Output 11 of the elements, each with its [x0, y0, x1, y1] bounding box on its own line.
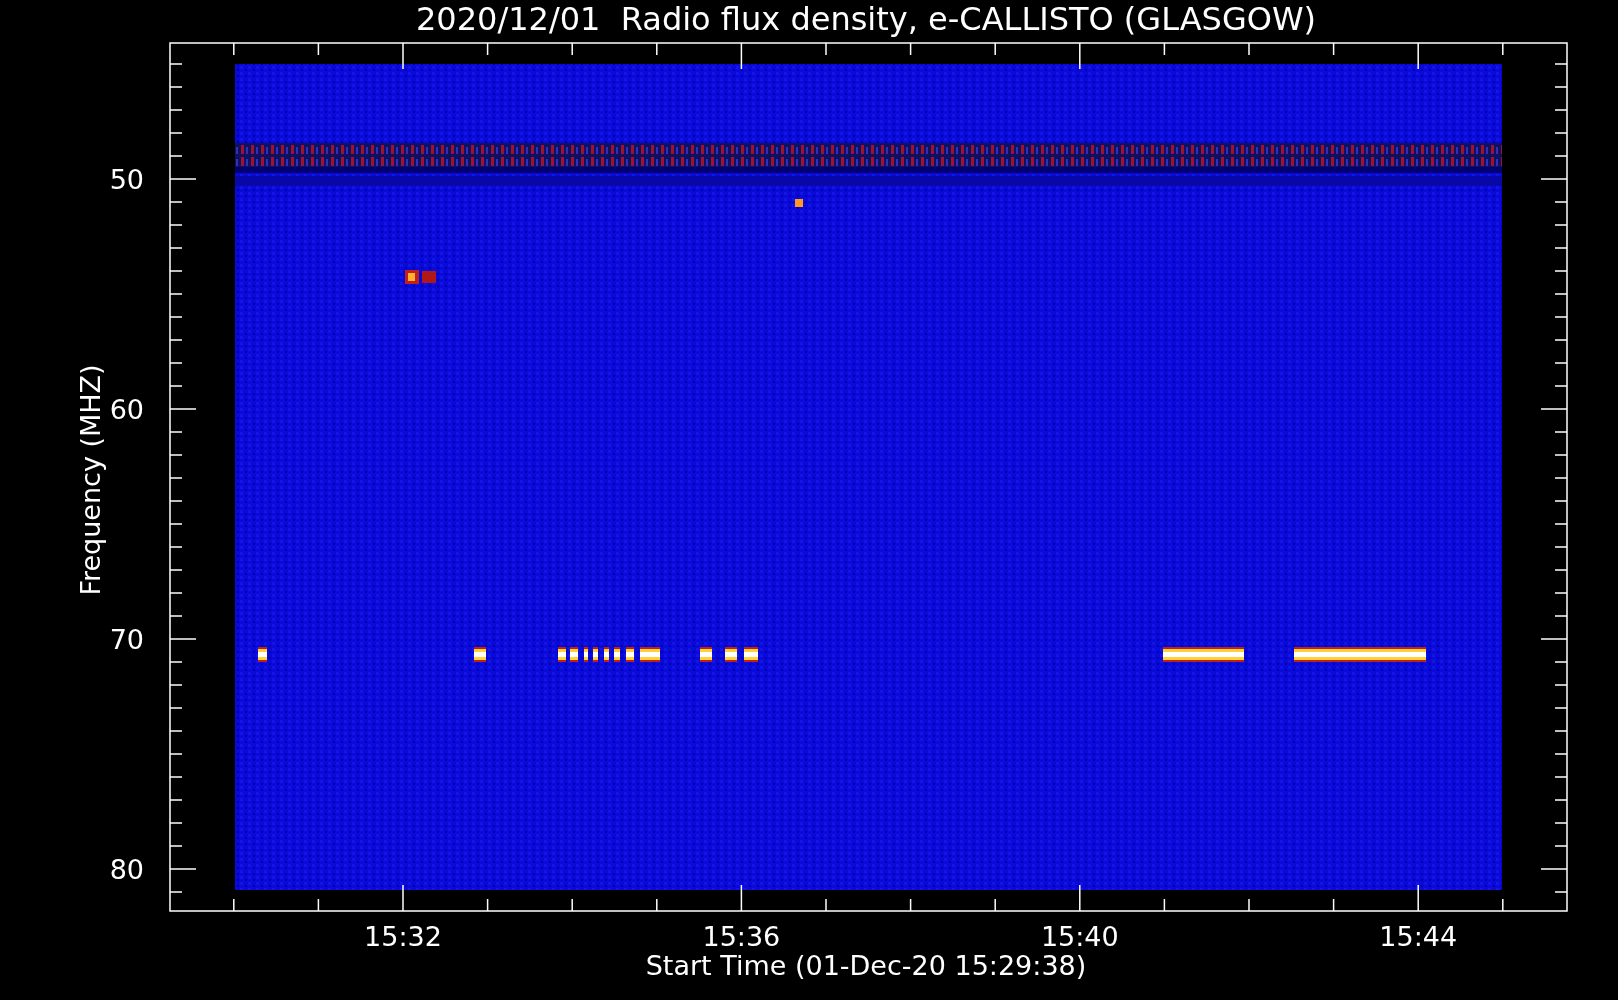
x-tick-label: 15:44 [1379, 921, 1458, 952]
x-tick-label: 15:40 [1040, 921, 1119, 952]
chart-title: 2020/12/01 Radio flux density, e-CALLISTO (GLASGOW) [416, 0, 1316, 38]
y-tick-label: 60 [109, 394, 144, 425]
y-tick-label: 80 [109, 854, 144, 885]
y-tick-label: 50 [109, 164, 144, 195]
x-tick-label: 15:36 [702, 921, 781, 952]
y-axis-label: Frequency (MHZ) [75, 364, 106, 596]
x-tick-label: 15:32 [364, 921, 442, 952]
y-tick-label: 70 [109, 624, 144, 655]
x-axis-label: Start Time (01-Dec-20 15:29:38) [645, 950, 1087, 981]
